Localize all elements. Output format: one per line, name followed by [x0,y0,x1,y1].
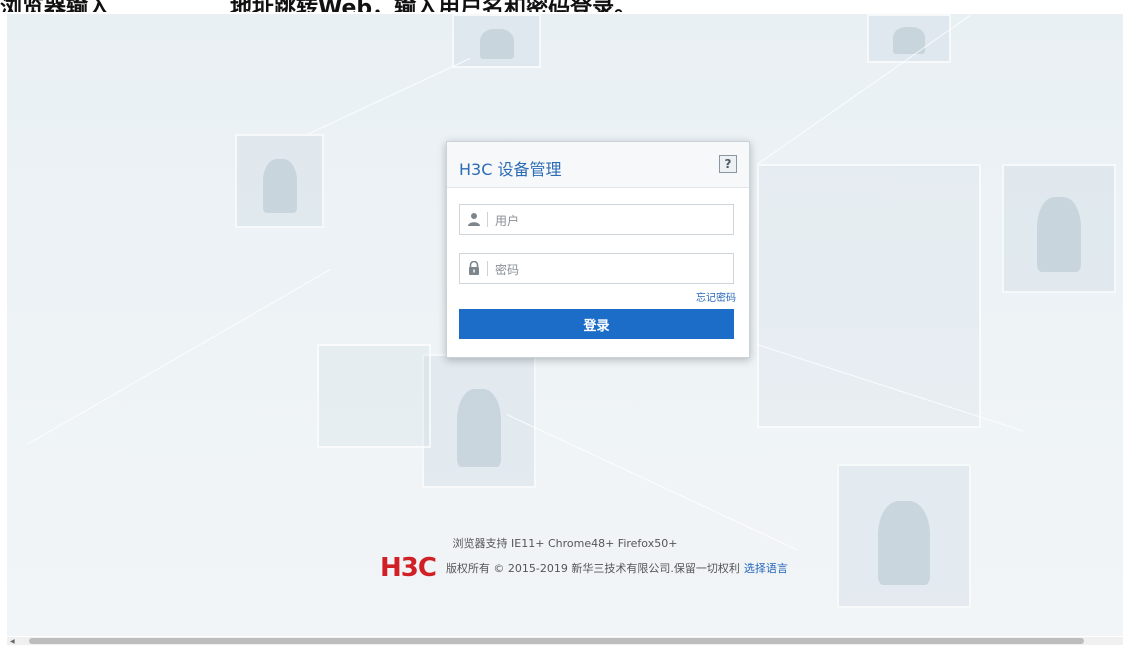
dialog-header: H3C 设备管理 ? [447,142,749,188]
background-line [757,14,971,165]
field-separator [487,212,488,227]
help-button[interactable]: ? [719,155,737,173]
field-separator [487,261,488,276]
password-input[interactable] [493,258,727,281]
background-line [27,269,331,445]
password-field[interactable] [459,253,734,284]
scroll-left-icon[interactable]: ◀ [10,638,15,645]
username-input[interactable] [493,209,727,232]
footer: H3C 版权所有 © 2015-2019 新华三技术有限公司.保留一切权利 选择… [380,553,788,583]
background-avatar-frame [235,134,324,228]
h3c-logo: H3C [380,553,437,583]
horizontal-scrollbar[interactable]: ◀ [7,637,1123,645]
background-line [506,414,798,551]
caption-left: 浏览器输入 [0,0,110,12]
login-dialog: H3C 设备管理 ? 忘记密码 登录 [446,141,750,358]
user-icon [468,213,480,226]
browser-support-note: 浏览器支持 IE11+ Chrome48+ Firefox50+ [452,537,678,550]
forgot-password-link[interactable]: 忘记密码 [696,289,736,304]
background-panel [757,164,981,428]
username-field[interactable] [459,204,734,235]
copyright-text: 版权所有 © 2015-2019 新华三技术有限公司.保留一切权利 [445,562,740,575]
background-line [307,57,471,135]
background-avatar-frame [867,14,951,63]
login-button[interactable]: 登录 [459,309,734,339]
dialog-title: H3C 设备管理 [459,160,562,179]
caption-right: 地址跳转Web，输入用户名和密码登录。 [230,0,636,12]
lock-icon [469,261,479,275]
select-language-link[interactable]: 选择语言 [744,560,788,576]
scrollbar-thumb[interactable] [29,638,1084,644]
page-caption: 浏览器输入 地址跳转Web，输入用户名和密码登录。 [0,0,1130,12]
background-panel [317,344,431,448]
background-avatar-frame [1002,164,1116,293]
